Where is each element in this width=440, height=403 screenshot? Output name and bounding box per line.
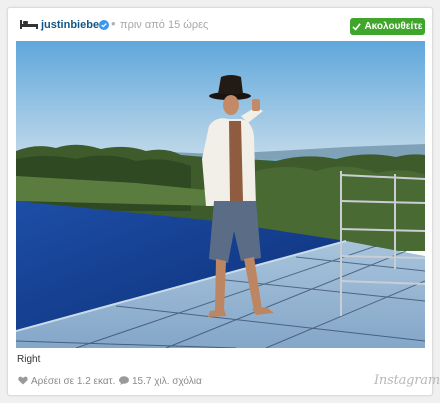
follow-button[interactable]: Ακολουθείτε	[350, 18, 425, 35]
post-footer: Αρέσει σε 1.2 εκατ. 15.7 χιλ. σχόλια Ins…	[8, 370, 440, 392]
comments-count[interactable]: 15.7 χιλ. σχόλια	[132, 376, 202, 387]
speech-bubble-icon[interactable]	[119, 376, 129, 385]
post-header: justinbieber • πριν από 15 ώρες Ακολουθε…	[8, 8, 432, 40]
photo-image	[16, 41, 425, 348]
post-time: πριν από 15 ώρες	[120, 19, 209, 31]
username[interactable]: justinbieber	[41, 19, 103, 31]
post-photo[interactable]	[16, 41, 425, 348]
checkmark-icon	[352, 23, 362, 31]
post-caption: Right	[17, 354, 41, 365]
verified-badge-icon	[99, 20, 109, 30]
separator-dot: •	[111, 16, 116, 31]
heart-icon[interactable]	[18, 376, 28, 385]
follow-label: Ακολουθείτε	[364, 21, 423, 32]
bed-icon[interactable]	[20, 18, 38, 30]
instagram-embed-card: justinbieber • πριν από 15 ώρες Ακολουθε…	[7, 7, 440, 396]
likes-count[interactable]: Αρέσει σε 1.2 εκατ.	[31, 376, 115, 387]
instagram-logo[interactable]: Instagram	[374, 373, 440, 388]
